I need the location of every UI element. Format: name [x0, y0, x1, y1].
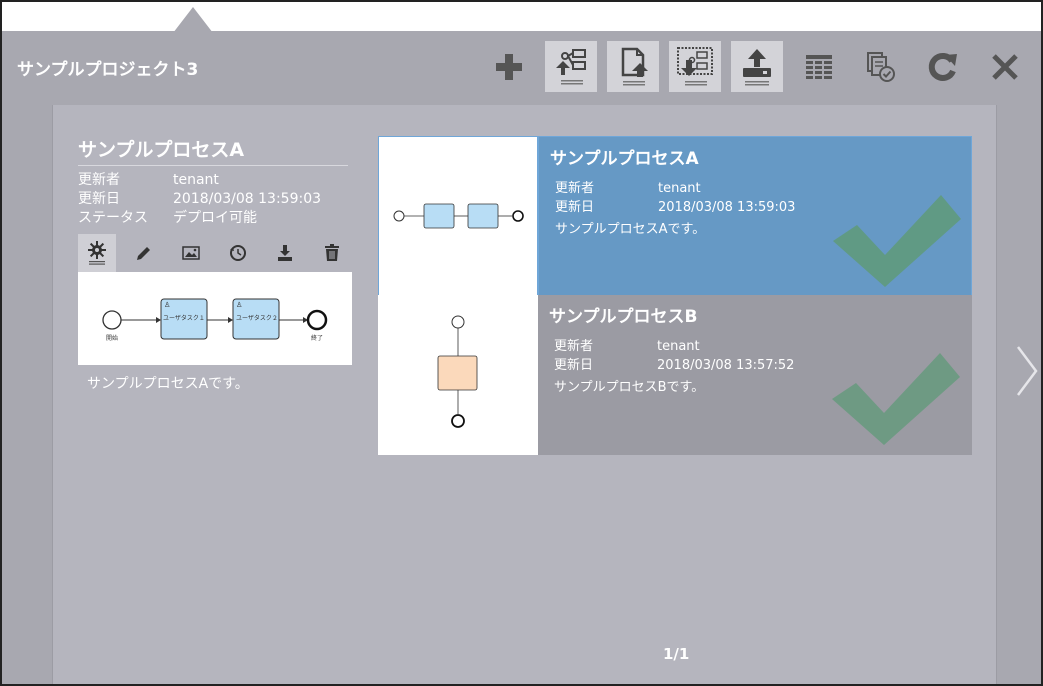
process-upload-icon	[556, 48, 586, 84]
updater-value: tenant	[657, 339, 700, 354]
checkmark-icon	[832, 353, 960, 445]
panel-header: サンプルプロジェクト3	[2, 31, 1041, 105]
next-page-area[interactable]	[996, 105, 1041, 684]
updated-label: 更新日	[554, 358, 594, 373]
close-button[interactable]	[979, 41, 1031, 92]
updater-label: 更新者	[555, 181, 595, 196]
project-panel: サンプルプロジェクト3 サンプルプロセスA 更新者 tenant 更新日 201…	[2, 31, 1041, 684]
card-updater-row: 更新者 tenant	[554, 335, 700, 354]
card-updated-row: 更新日 2018/03/08 13:59:03	[555, 196, 795, 215]
card-description: サンプルプロセスBです。	[554, 380, 705, 395]
prev-page-area[interactable]	[2, 105, 53, 684]
document-upload-icon	[621, 47, 648, 85]
card-updater-row: 更新者 tenant	[555, 177, 701, 196]
gear-icon	[88, 241, 106, 265]
image-button[interactable]	[172, 234, 210, 272]
card-description: サンプルプロセスAです。	[555, 222, 706, 237]
user-icon: ♙	[164, 301, 170, 309]
close-icon	[992, 53, 1018, 80]
download-button[interactable]	[266, 234, 304, 272]
page-indicator: 1/1	[663, 645, 690, 663]
chevron-right-icon[interactable]	[1015, 345, 1039, 397]
upload-document-button[interactable]	[607, 41, 659, 92]
updater-value: tenant	[173, 172, 219, 188]
checkmark-icon	[833, 195, 961, 287]
updater-label: 更新者	[554, 339, 594, 354]
updater-label: 更新者	[78, 172, 120, 188]
process-diagram: 開始 ユーザタスク１ ♙ ユーザタスク２ ♙ 終了	[102, 298, 328, 342]
popover-caret	[173, 7, 213, 33]
process-diagram-preview[interactable]: 開始 ユーザタスク１ ♙ ユーザタスク２ ♙ 終了	[78, 272, 352, 365]
process-thumbnail	[378, 136, 538, 296]
download-process-button[interactable]	[669, 41, 721, 92]
updated-value: 2018/03/08 13:57:52	[657, 358, 795, 373]
process-card-info: サンプルプロセスB 更新者 tenant 更新日 2018/03/08 13:57:…	[538, 295, 972, 455]
task2-label: ユーザタスク２	[236, 314, 278, 322]
deploy-upload-button[interactable]	[731, 41, 783, 92]
process-card-info: サンプルプロセスA 更新者 tenant 更新日 2018/03/08 13:59:…	[538, 136, 972, 296]
settings-button[interactable]	[78, 234, 116, 272]
process-card[interactable]: サンプルプロセスA 更新者 tenant 更新日 2018/03/08 13:59:…	[378, 136, 972, 296]
status-value: デプロイ可能	[173, 210, 257, 226]
card-title: サンプルプロセスA	[550, 149, 699, 169]
end-label: 終了	[311, 334, 323, 342]
thumbnail-diagram	[393, 203, 524, 229]
detail-status-row: ステータス デプロイ可能	[78, 207, 257, 227]
history-icon	[230, 245, 246, 261]
user-icon: ♙	[236, 301, 242, 309]
start-event	[102, 310, 122, 330]
pencil-icon	[137, 247, 150, 260]
schedule-list-button[interactable]	[855, 41, 907, 92]
delete-button[interactable]	[313, 234, 351, 272]
thumbnail-diagram	[437, 315, 478, 428]
detail-updater-row: 更新者 tenant	[78, 169, 219, 189]
card-updated-row: 更新日 2018/03/08 13:57:52	[554, 354, 794, 373]
updater-value: tenant	[658, 181, 701, 196]
detail-title: サンプルプロセスA	[78, 135, 348, 166]
status-label: ステータス	[78, 210, 148, 226]
project-title: サンプルプロジェクト3	[17, 60, 199, 80]
card-title: サンプルプロセスB	[549, 307, 698, 327]
detail-description: サンプルプロセスAです。	[87, 376, 249, 392]
app-frame: サンプルプロジェクト3 サンプルプロセスA 更新者 tenant 更新日 201…	[0, 0, 1043, 686]
start-label: 開始	[106, 334, 118, 342]
table-icon	[806, 54, 832, 79]
updated-label: 更新日	[555, 200, 595, 215]
upload-process-button[interactable]	[545, 41, 597, 92]
plus-icon	[496, 53, 522, 80]
deploy-upload-icon	[743, 48, 771, 85]
table-view-button[interactable]	[793, 41, 845, 92]
process-thumbnail	[378, 295, 538, 455]
add-button[interactable]	[483, 41, 535, 92]
end-event	[306, 309, 328, 331]
updated-label: 更新日	[78, 191, 120, 207]
download-icon	[278, 245, 292, 261]
image-icon	[182, 246, 200, 260]
trash-icon	[325, 244, 339, 261]
process-card[interactable]: サンプルプロセスB 更新者 tenant 更新日 2018/03/08 13:57:…	[378, 295, 972, 455]
detail-icon-bar	[78, 234, 351, 272]
refresh-button[interactable]	[917, 41, 969, 92]
history-button[interactable]	[219, 234, 257, 272]
detail-updated-row: 更新日 2018/03/08 13:59:03	[78, 188, 321, 208]
process-download-icon	[677, 46, 713, 85]
main-content: サンプルプロセスA 更新者 tenant 更新日 2018/03/08 13:59:…	[53, 105, 996, 684]
updated-value: 2018/03/08 13:59:03	[173, 191, 322, 207]
refresh-icon	[928, 52, 957, 81]
edit-button[interactable]	[125, 234, 163, 272]
task1-label: ユーザタスク１	[163, 314, 205, 322]
schedule-list-icon	[867, 51, 895, 82]
updated-value: 2018/03/08 13:59:03	[658, 200, 796, 215]
